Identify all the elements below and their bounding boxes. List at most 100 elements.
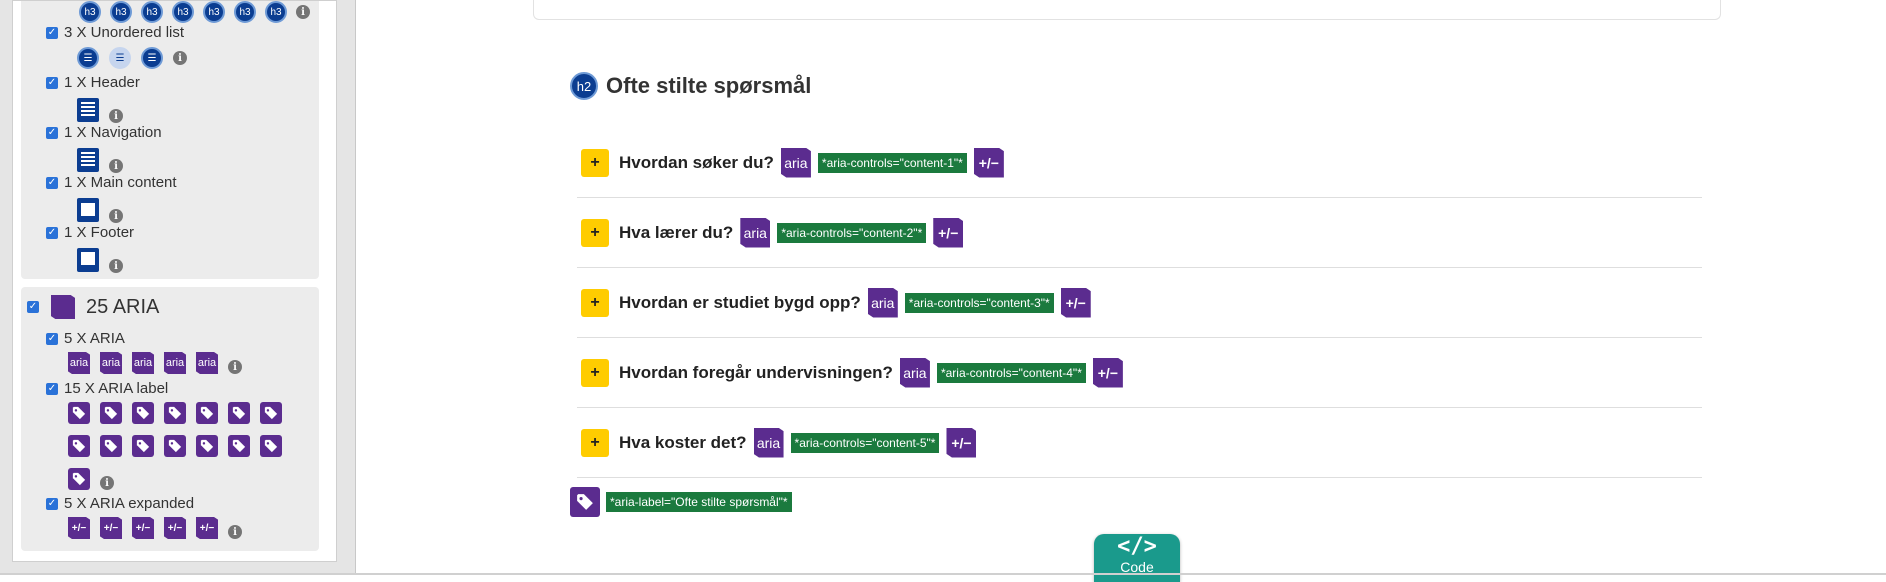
h3-icon[interactable]: h3 (265, 1, 287, 23)
h3-icon[interactable]: h3 (172, 1, 194, 23)
unordered-list-checkbox[interactable]: ✓ (46, 26, 58, 39)
tag-icon[interactable] (228, 402, 250, 424)
expand-collapse-icon[interactable]: +/− (164, 517, 186, 539)
h3-icon[interactable]: h3 (203, 1, 225, 23)
header-row: ✓ 1 X Header (46, 74, 140, 91)
accordion-question[interactable]: Hva lærer du? (619, 223, 733, 243)
aria-controls-pill: *aria-controls="content-1"* (817, 152, 967, 173)
aria-expanded-badge[interactable]: +/− (933, 217, 964, 248)
aria-badge[interactable]: aria (780, 147, 811, 178)
accordion-item[interactable]: + Hva koster det? aria *aria-controls="c… (577, 408, 1702, 478)
aria-icon[interactable]: aria (100, 352, 122, 374)
tag-icon[interactable] (260, 435, 282, 457)
list-icon[interactable]: ☰ (141, 47, 163, 69)
expand-plus-button[interactable]: + (581, 218, 609, 247)
aria-checkbox[interactable]: ✓ (46, 332, 58, 345)
h2-icon[interactable]: h2 (570, 72, 598, 100)
aria-group-header: ✓ 25 ARIA (27, 295, 159, 319)
aria-group: ✓ 25 ARIA ✓ 5 X ARIA aria aria aria aria… (21, 287, 319, 551)
accordion-question[interactable]: Hvordan foregår undervisningen? (619, 363, 893, 383)
aria-icon[interactable]: aria (196, 352, 218, 374)
header-landmark-icon[interactable] (77, 98, 99, 122)
tag-icon[interactable] (196, 402, 218, 424)
aria-label-row: ✓ 15 X ARIA label (46, 380, 168, 397)
info-icon[interactable]: i (228, 360, 242, 374)
navigation-checkbox[interactable]: ✓ (46, 126, 58, 139)
aria-badge[interactable]: aria (740, 217, 771, 248)
accordion-question[interactable]: Hvordan søker du? (619, 153, 774, 173)
accordion-item[interactable]: + Hvordan er studiet bygd opp? aria *ari… (577, 268, 1702, 338)
main-content-row: ✓ 1 X Main content (46, 174, 177, 191)
expand-plus-button[interactable]: + (581, 428, 609, 457)
header-checkbox[interactable]: ✓ (46, 76, 58, 89)
tag-icon[interactable] (228, 435, 250, 457)
info-icon[interactable]: i (109, 259, 123, 273)
tag-icon[interactable] (100, 435, 122, 457)
tag-icon[interactable] (132, 402, 154, 424)
aria-expanded-badge[interactable]: +/− (946, 427, 977, 458)
aria-label-checkbox[interactable]: ✓ (46, 382, 58, 395)
aria-group-checkbox[interactable]: ✓ (27, 301, 39, 313)
tag-icon[interactable] (164, 435, 186, 457)
navigation-landmark-icon[interactable] (77, 148, 99, 172)
footer-checkbox[interactable]: ✓ (46, 226, 58, 239)
main-content-checkbox[interactable]: ✓ (46, 176, 58, 189)
aria-badge[interactable]: aria (899, 357, 930, 388)
info-icon[interactable]: i (228, 525, 242, 539)
faq-title: Ofte stilte spørsmål (606, 73, 812, 98)
main-landmark-icon[interactable] (77, 198, 99, 222)
footer-row: ✓ 1 X Footer (46, 224, 134, 241)
tag-icon[interactable] (100, 402, 122, 424)
expand-plus-button[interactable]: + (581, 288, 609, 317)
accordion-question[interactable]: Hva koster det? (619, 433, 747, 453)
expand-plus-button[interactable]: + (581, 148, 609, 177)
h3-icon[interactable]: h3 (110, 1, 132, 23)
sidebar-scrollbar[interactable]: ▼ (336, 1, 337, 562)
aria-expanded-checkbox[interactable]: ✓ (46, 497, 58, 510)
info-icon[interactable]: i (109, 159, 123, 173)
aria-badge[interactable]: aria (867, 287, 898, 318)
tag-icon[interactable] (68, 468, 90, 490)
accordion-item[interactable]: + Hvordan søker du? aria *aria-controls=… (577, 128, 1702, 198)
footer-landmark-icon[interactable] (77, 248, 99, 272)
info-icon[interactable]: i (109, 209, 123, 223)
aria-icon[interactable]: aria (164, 352, 186, 374)
unordered-list-label: 3 X Unordered list (64, 24, 185, 41)
aria-expanded-badge[interactable]: +/− (1092, 357, 1123, 388)
expand-collapse-icon[interactable]: +/− (100, 517, 122, 539)
aria-label-icons-row-1 (68, 402, 282, 424)
info-icon[interactable]: i (296, 5, 310, 19)
h3-icon[interactable]: h3 (79, 1, 101, 23)
info-icon[interactable]: i (100, 476, 114, 490)
info-icon[interactable]: i (173, 51, 187, 65)
accordion-item[interactable]: + Hvordan foregår undervisningen? aria *… (577, 338, 1702, 408)
tag-icon[interactable] (132, 435, 154, 457)
accordion-item[interactable]: + Hva lærer du? aria *aria-controls="con… (577, 198, 1702, 268)
tag-icon[interactable] (196, 435, 218, 457)
aria-expanded-badge[interactable]: +/− (973, 147, 1004, 178)
aria-icon[interactable]: aria (132, 352, 154, 374)
aria-icons: aria aria aria aria aria i (68, 352, 242, 374)
tag-icon[interactable] (164, 402, 186, 424)
h3-icon[interactable]: h3 (141, 1, 163, 23)
unordered-list-icons: ☰ ☰ ☰ i (77, 47, 187, 69)
tag-icon[interactable] (68, 435, 90, 457)
expand-collapse-icon[interactable]: +/− (132, 517, 154, 539)
tag-icon[interactable] (260, 402, 282, 424)
accordion-question[interactable]: Hvordan er studiet bygd opp? (619, 293, 861, 313)
expand-collapse-icon[interactable]: +/− (196, 517, 218, 539)
info-icon[interactable]: i (109, 109, 123, 123)
expand-collapse-icon[interactable]: +/− (68, 517, 90, 539)
tag-icon[interactable] (68, 402, 90, 424)
aria-icon[interactable]: aria (68, 352, 90, 374)
aria-badge[interactable]: aria (753, 427, 784, 458)
h3-icon[interactable]: h3 (234, 1, 256, 23)
previous-section-card (533, 0, 1721, 20)
aria-expanded-badge[interactable]: +/− (1060, 287, 1091, 318)
aria-controls-pill: *aria-controls="content-4"* (936, 362, 1086, 383)
aria-label-row-label: 15 X ARIA label (64, 380, 169, 397)
list-icon[interactable]: ☰ (77, 47, 99, 69)
tag-icon[interactable] (570, 487, 600, 517)
expand-plus-button[interactable]: + (581, 358, 609, 387)
list-icon-active[interactable]: ☰ (109, 47, 131, 69)
